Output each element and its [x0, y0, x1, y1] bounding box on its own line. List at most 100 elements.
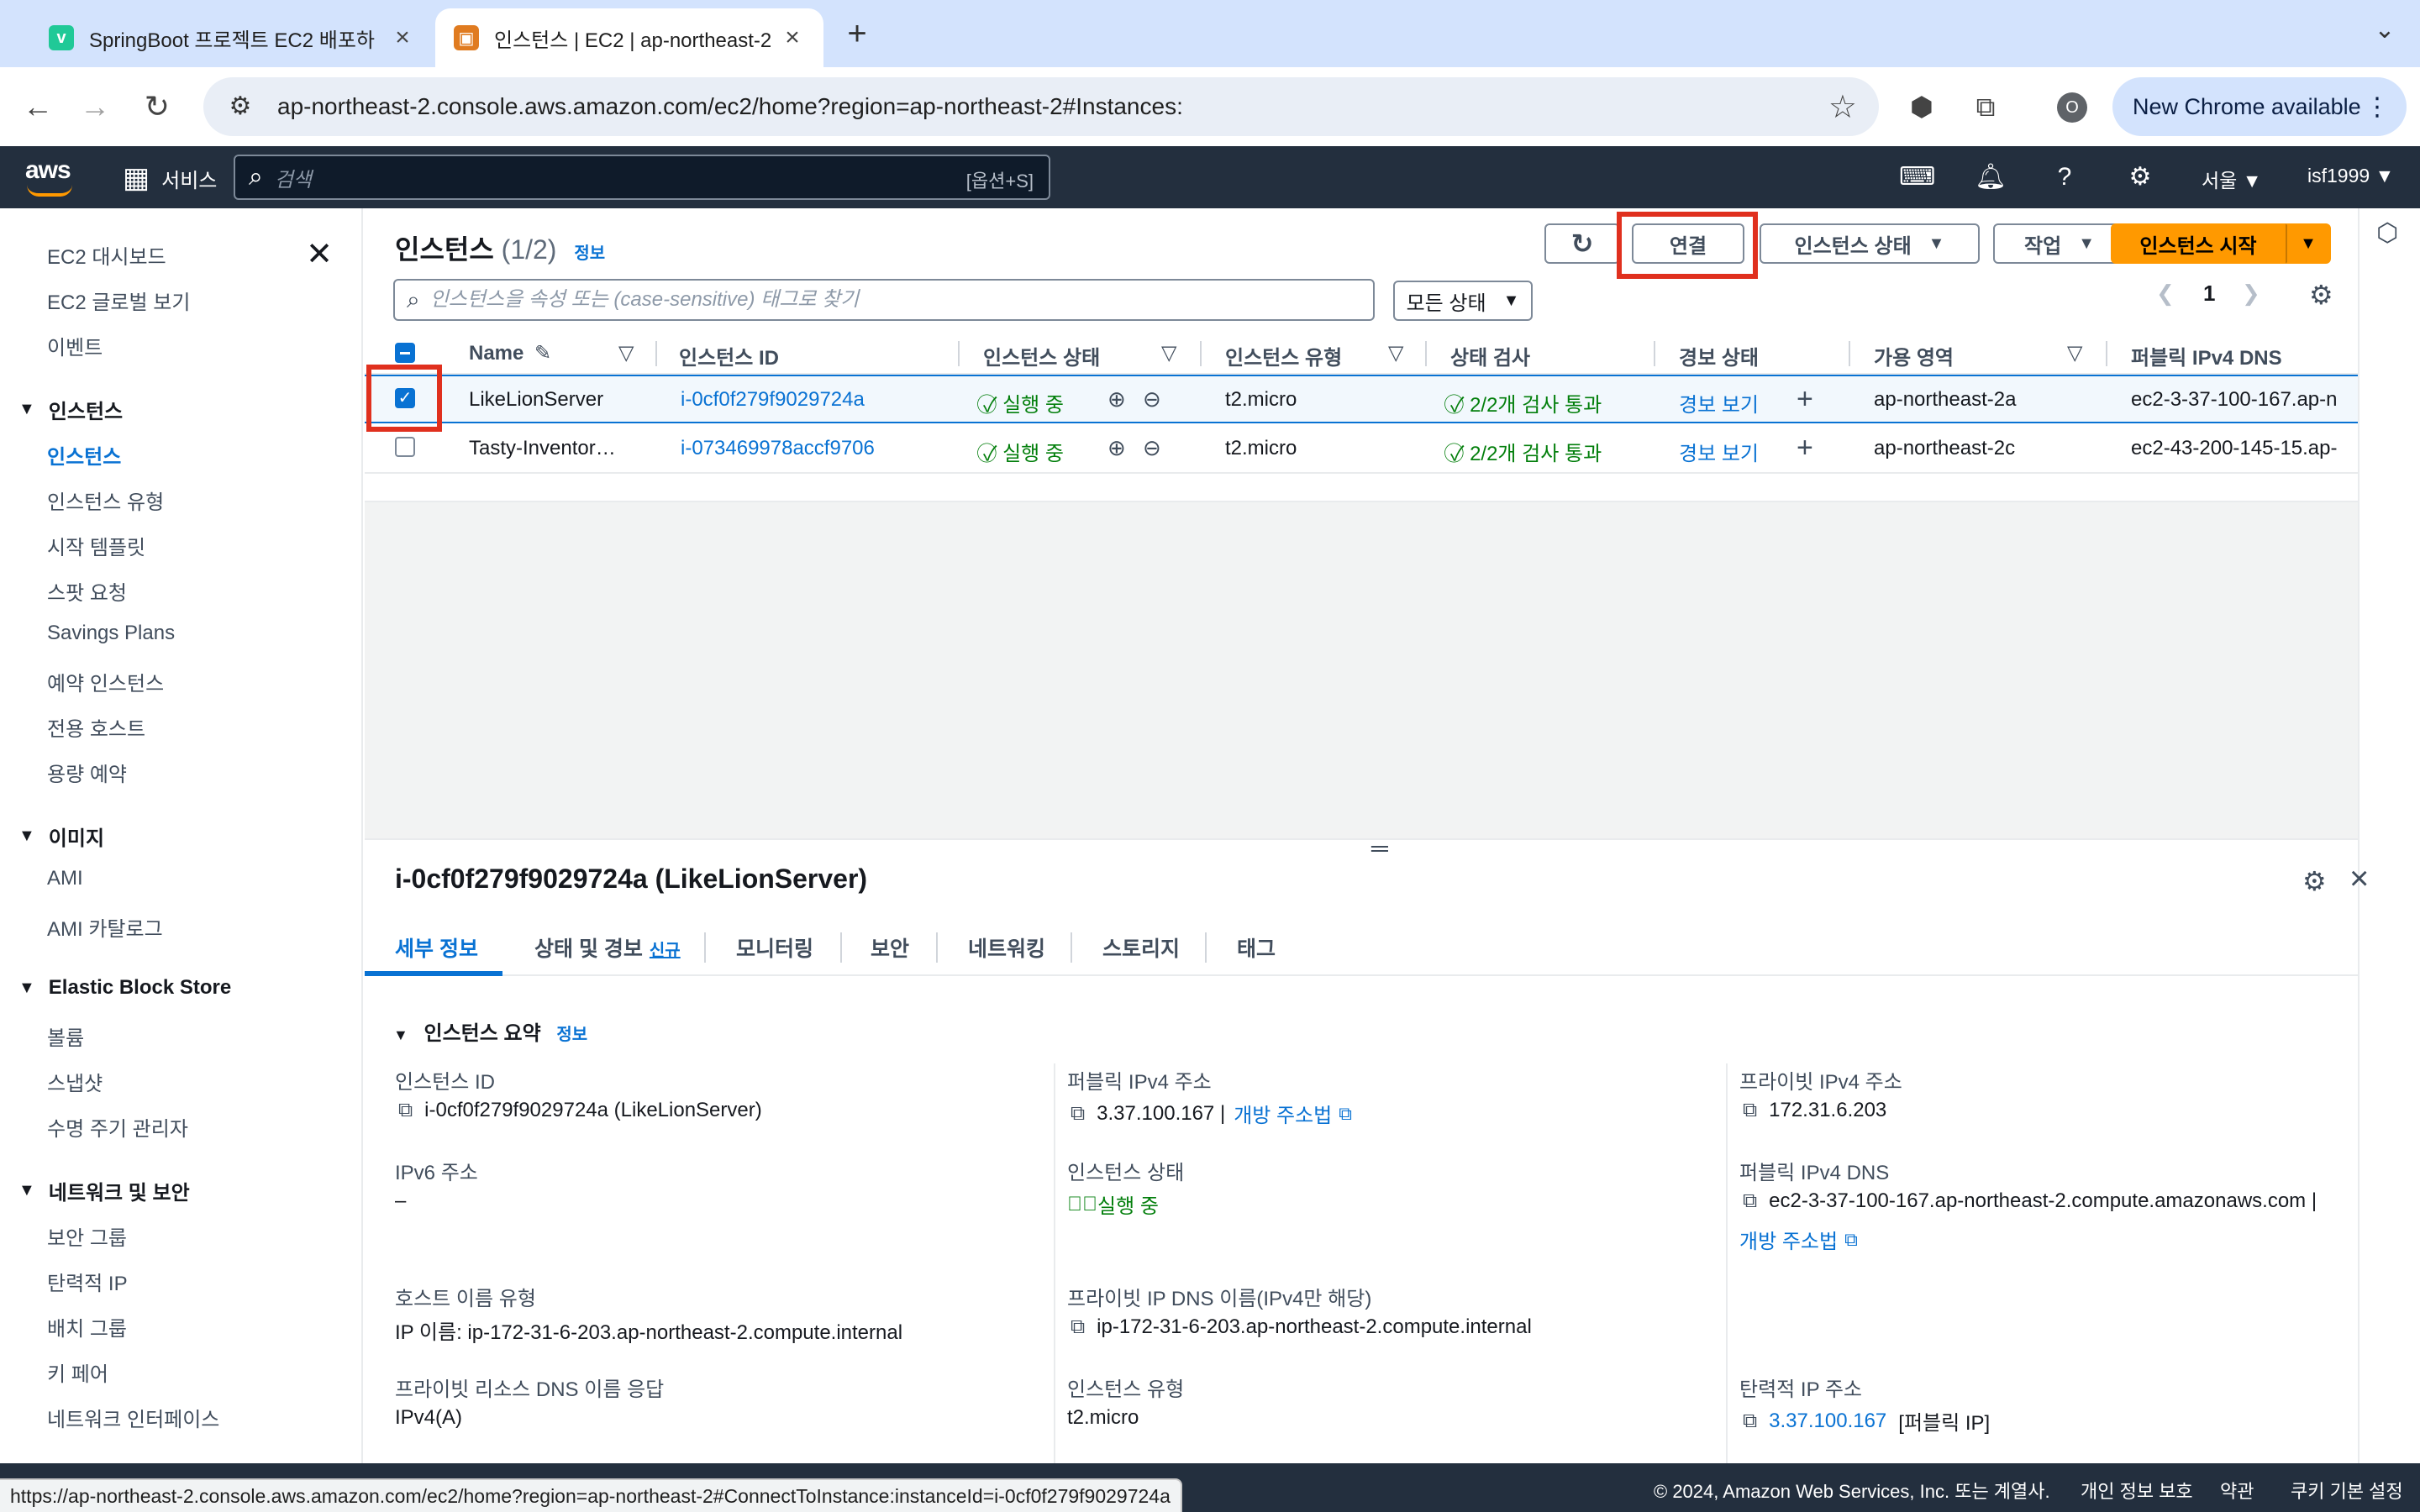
nav-dedicated-hosts[interactable]: 전용 호스트	[47, 712, 145, 742]
copy-icon[interactable]: ⧉	[1071, 1315, 1085, 1339]
column-header-alarm-status[interactable]: 경보 상태	[1679, 341, 1759, 370]
copy-icon[interactable]: ⧉	[1743, 1410, 1757, 1433]
launch-instances-button[interactable]: 인스턴스 시작	[2111, 223, 2286, 264]
region-selector[interactable]: 서울 ▼	[2202, 165, 2261, 193]
nav-events[interactable]: 이벤트	[47, 331, 103, 360]
nav-section-network-security[interactable]: ▼ 네트워크 및 보안	[18, 1176, 190, 1205]
column-header-status-check[interactable]: 상태 검사	[1450, 341, 1530, 370]
close-tab-icon[interactable]: ×	[780, 24, 805, 52]
view-alarms-link[interactable]: 경보 보기	[1679, 437, 1759, 466]
instance-summary-header[interactable]: ▼ 인스턴스 요약 정보	[393, 1016, 587, 1046]
info-link[interactable]: 정보	[574, 244, 605, 263]
nav-savings-plans[interactable]: Savings Plans	[47, 622, 175, 645]
tab-storage[interactable]: 스토리지	[1102, 932, 1180, 963]
refresh-button[interactable]: ↻	[1544, 223, 1620, 264]
instance-id-link[interactable]: i-073469978accf9706	[681, 437, 875, 460]
next-page-chevron-icon[interactable]: ❯	[2242, 281, 2260, 307]
nav-snapshots[interactable]: 스냅샷	[47, 1067, 103, 1096]
info-link[interactable]: 정보	[556, 1026, 587, 1044]
table-row[interactable]: Tasty-Inventor… i-073469978accf9706 ✓⃝ 실…	[365, 425, 2358, 474]
nav-section-instances[interactable]: ▼ 인스턴스	[18, 395, 123, 424]
details-settings-gear-icon[interactable]: ⚙	[2302, 865, 2327, 897]
elastic-ip-link[interactable]: 3.37.100.167	[1769, 1410, 1886, 1433]
new-tab-icon[interactable]: +	[840, 15, 874, 53]
column-header-public-dns[interactable]: 퍼블릭 IPv4 DNS	[2131, 341, 2282, 370]
state-filter-dropdown[interactable]: 모든 상태 ▼	[1393, 281, 1533, 321]
nav-section-ebs[interactable]: ▼ Elastic Block Store	[18, 976, 231, 1000]
external-link-icon[interactable]: ⧉	[1844, 1229, 1858, 1251]
nav-ec2-global-view[interactable]: EC2 글로벌 보기	[47, 286, 190, 315]
browser-tab-ec2[interactable]: ▣ 인스턴스 | EC2 | ap-northeast-2 ×	[435, 8, 823, 67]
instance-filter-field[interactable]: ⌕	[393, 279, 1375, 321]
reload-icon[interactable]: ↻	[136, 86, 178, 128]
site-info-icon[interactable]: ⚙	[222, 88, 259, 125]
launch-instances-dropdown[interactable]: ▼	[2286, 223, 2331, 264]
cloudshell-icon[interactable]: ⌨	[1899, 160, 1935, 195]
url-text[interactable]: ap-northeast-2.console.aws.amazon.com/ec…	[277, 93, 1183, 120]
copy-icon[interactable]: ⧉	[1071, 1102, 1085, 1126]
help-icon[interactable]: ?	[2047, 160, 2082, 195]
instance-state-dropdown[interactable]: 인스턴스 상태 ▼	[1760, 223, 1980, 264]
address-bar[interactable]: ⚙ ap-northeast-2.console.aws.amazon.com/…	[203, 77, 1879, 136]
column-header-availability-zone[interactable]: 가용 영역	[1874, 341, 1954, 370]
bookmark-star-icon[interactable]: ☆	[1828, 88, 1857, 126]
tab-security[interactable]: 보안	[871, 932, 909, 963]
nav-capacity-reservations[interactable]: 용량 예약	[47, 758, 127, 787]
tab-status-alarms[interactable]: 상태 및 경보 신규	[534, 932, 681, 963]
tab-networking[interactable]: 네트워킹	[968, 932, 1045, 963]
copy-icon[interactable]: ⧉	[1743, 1099, 1757, 1122]
resize-handle-icon[interactable]: ═	[1371, 835, 1388, 862]
actions-dropdown[interactable]: 작업 ▼	[1993, 223, 2126, 264]
nav-spot-requests[interactable]: 스팟 요청	[47, 576, 127, 606]
add-alarm-plus-icon[interactable]: +	[1797, 383, 1813, 416]
chrome-menu-icon[interactable]: ⋮	[2365, 92, 2390, 122]
nav-key-pairs[interactable]: 키 페어	[47, 1357, 108, 1387]
copy-icon[interactable]: ⧉	[398, 1099, 413, 1122]
column-header-instance-type[interactable]: 인스턴스 유형	[1225, 341, 1342, 370]
close-tab-icon[interactable]: ×	[390, 24, 415, 52]
zoom-in-icon[interactable]: ⊕	[1107, 386, 1126, 412]
nav-reserved-instances[interactable]: 예약 인스턴스	[47, 667, 164, 696]
browser-tab-velog[interactable]: v SpringBoot 프로젝트 EC2 배포하 ×	[30, 8, 434, 67]
tab-monitoring[interactable]: 모니터링	[736, 932, 813, 963]
zoom-out-icon[interactable]: ⊖	[1143, 435, 1161, 461]
tab-details[interactable]: 세부 정보	[395, 932, 478, 963]
nav-volumes[interactable]: 볼륨	[47, 1021, 84, 1051]
terms-link[interactable]: 약관	[2220, 1477, 2254, 1504]
table-preferences-gear-icon[interactable]: ⚙	[2309, 279, 2333, 311]
nav-placement-groups[interactable]: 배치 그룹	[47, 1312, 127, 1341]
nav-security-groups[interactable]: 보안 그룹	[47, 1221, 127, 1251]
filter-input[interactable]	[429, 288, 1355, 312]
services-menu-button[interactable]: ▦ 서비스	[123, 161, 217, 195]
instance-id-link[interactable]: i-0cf0f279f9029724a	[681, 388, 865, 412]
nav-ami[interactable]: AMI	[47, 867, 83, 890]
close-navigation-icon[interactable]: ✕	[304, 235, 334, 273]
column-header-instance-id[interactable]: 인스턴스 ID	[679, 341, 779, 370]
new-chrome-available-button[interactable]: New Chrome available ⋮	[2112, 77, 2407, 136]
nav-lifecycle-manager[interactable]: 수명 주기 관리자	[47, 1112, 188, 1142]
nav-ec2-dashboard[interactable]: EC2 대시보드	[47, 240, 166, 270]
forward-arrow-icon[interactable]: →	[74, 86, 116, 128]
nav-section-images[interactable]: ▼ 이미지	[18, 822, 104, 851]
page-number[interactable]: 1	[2203, 281, 2215, 307]
profile-avatar[interactable]: O	[2057, 92, 2087, 123]
privacy-link[interactable]: 개인 정보 보호	[2081, 1477, 2193, 1504]
open-address-link[interactable]: 개방 주소법	[1739, 1225, 1838, 1254]
nav-launch-templates[interactable]: 시작 템플릿	[47, 531, 145, 560]
nav-elastic-ips[interactable]: 탄력적 IP	[47, 1267, 128, 1296]
nav-instance-types[interactable]: 인스턴스 유형	[47, 486, 164, 515]
notifications-bell-icon[interactable]: 🔔︎	[1973, 160, 2008, 195]
table-row[interactable]: ✓ LikeLionServer i-0cf0f279f9029724a ✓⃝ …	[365, 375, 2358, 423]
sort-caret-icon[interactable]: ▽	[1161, 341, 1176, 365]
nav-network-interfaces[interactable]: 네트워크 인터페이스	[47, 1403, 219, 1432]
column-header-name[interactable]: Name ✎	[469, 341, 551, 365]
back-arrow-icon[interactable]: ←	[17, 86, 59, 128]
copy-icon[interactable]: ⧉	[1743, 1189, 1757, 1213]
nav-ami-catalog[interactable]: AMI 카탈로그	[47, 912, 163, 942]
tab-search-chevron-icon[interactable]: ⌄	[2368, 15, 2402, 49]
external-link-icon[interactable]: ⧉	[1339, 1103, 1352, 1125]
open-address-link[interactable]: 개방 주소법	[1234, 1099, 1332, 1128]
zoom-in-icon[interactable]: ⊕	[1107, 435, 1126, 461]
select-all-checkbox[interactable]	[395, 343, 415, 363]
settings-gear-icon[interactable]: ⚙	[2123, 160, 2158, 195]
